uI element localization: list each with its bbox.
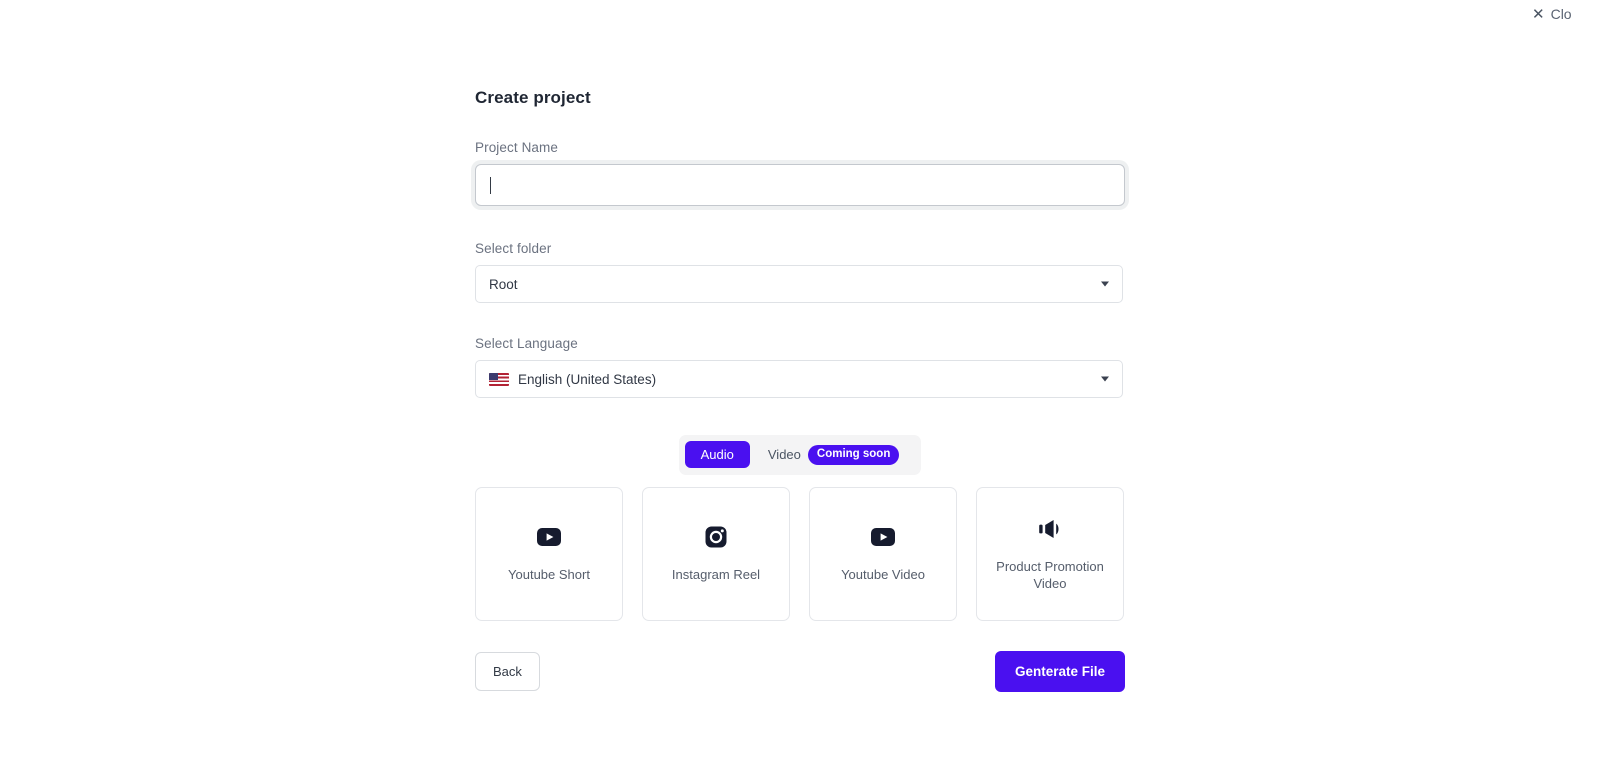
template-card-label: Youtube Short [508,567,590,583]
coming-soon-badge: Coming soon [807,445,900,465]
us-flag-icon [489,372,509,386]
template-card-product-promotion-video[interactable]: Product Promotion Video [976,487,1124,621]
template-card-youtube-short[interactable]: Youtube Short [475,487,623,621]
megaphone-icon [1036,516,1064,542]
create-project-screen: ✕ Clo Create project Project Name Select… [0,0,1600,776]
folder-selected-value: Root [489,276,518,292]
template-card-youtube-video[interactable]: Youtube Video [809,487,957,621]
generate-file-button[interactable]: Genterate File [994,651,1125,692]
create-project-form: Create project Project Name Select folde… [475,88,1125,692]
chevron-down-icon [1101,376,1109,382]
close-button-label: Clo [1550,6,1572,22]
youtube-icon [870,524,896,550]
tab-video[interactable]: Video Coming soon [752,439,915,471]
tab-audio[interactable]: Audio [684,441,750,469]
project-name-field: Project Name [475,140,1125,206]
back-button[interactable]: Back [475,652,540,691]
close-x-icon: ✕ [1532,5,1545,23]
folder-field: Select folder Root [475,241,1125,303]
template-card-instagram-reel[interactable]: Instagram Reel [642,487,790,621]
language-field: Select Language English (United States) [475,336,1125,398]
tab-audio-label: Audio [700,447,734,463]
media-type-toggle: Audio Video Coming soon [475,435,1125,475]
tab-video-label: Video [767,447,801,463]
form-actions: Back Genterate File [475,651,1125,692]
language-label: Select Language [475,336,578,351]
page-title: Create project [475,88,591,107]
chevron-down-icon [1101,281,1109,287]
folder-label: Select folder [475,241,552,256]
template-card-label: Youtube Video [841,567,925,583]
template-card-grid: Youtube Short Instagram Reel Youtube Vid… [475,487,1125,621]
close-button[interactable]: ✕ Clo [1532,6,1572,22]
template-card-label: Product Promotion Video [996,558,1104,591]
instagram-icon [703,524,729,550]
media-type-toggle-group: Audio Video Coming soon [678,435,922,475]
template-card-label: Instagram Reel [671,567,761,583]
project-name-label: Project Name [475,140,558,155]
youtube-icon [536,524,562,550]
project-name-input[interactable] [475,164,1125,206]
text-caret [490,176,491,194]
language-select[interactable]: English (United States) [475,360,1123,398]
folder-select[interactable]: Root [475,265,1123,303]
language-selected-value: English (United States) [518,371,657,387]
